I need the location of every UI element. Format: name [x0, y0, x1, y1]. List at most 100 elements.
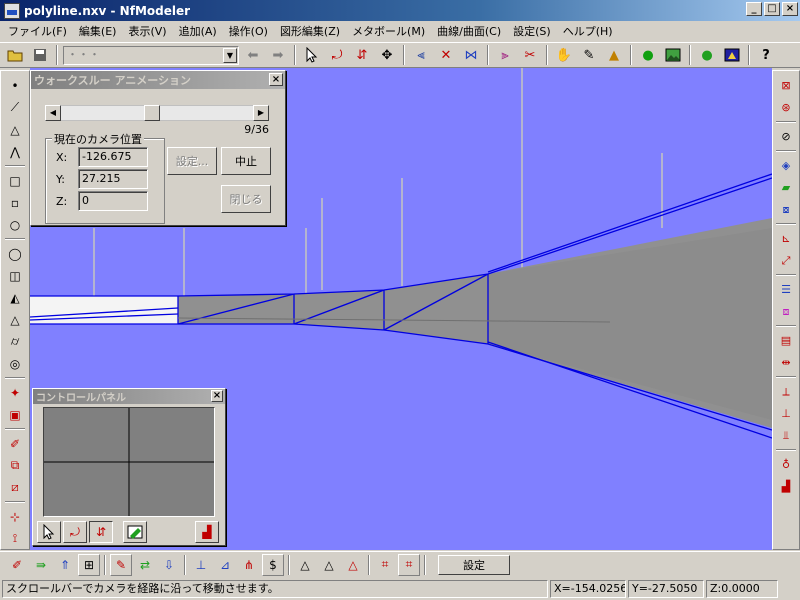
select-paint-icon[interactable]: ✎	[110, 553, 132, 576]
graph3-icon[interactable]: ⫫	[774, 425, 798, 446]
cylinder-icon[interactable]: ⌭	[3, 331, 27, 352]
torus-icon[interactable]: ◎	[3, 353, 27, 374]
delete-vertex-icon[interactable]: ✕	[435, 44, 457, 66]
circle-small-icon[interactable]: ○	[3, 214, 27, 235]
render-icon[interactable]	[721, 44, 743, 66]
close-icon[interactable]: ×	[269, 73, 283, 86]
import-icon[interactable]: ⇩	[158, 554, 180, 576]
sync-icon[interactable]: ⇄	[134, 554, 156, 576]
picture-icon[interactable]	[662, 44, 684, 66]
eraser-icon[interactable]	[123, 521, 147, 543]
folder-open-icon[interactable]	[4, 44, 26, 66]
maximize-button[interactable]: □	[764, 2, 780, 16]
pyramid-icon[interactable]: ◭	[3, 287, 27, 308]
axis-y-icon[interactable]: ⊿	[214, 554, 236, 576]
wire-icon[interactable]: ⊘	[774, 126, 798, 147]
save-icon[interactable]	[29, 44, 51, 66]
cursor-icon[interactable]	[37, 521, 61, 543]
3d-viewport[interactable]: ウォークスルー アニメーション × ◀ ▶ 9/36 現在のカメラ位置 X: -…	[30, 68, 772, 550]
grid-icon[interactable]: ▟	[195, 521, 219, 543]
box-edit-icon[interactable]: ▣	[3, 404, 27, 425]
bottom-settings-button[interactable]: 設定	[438, 554, 510, 575]
link-icon[interactable]: ⧉	[3, 455, 27, 476]
menu-help[interactable]: ヘルプ(H)	[557, 23, 619, 39]
hand-icon[interactable]: ✋	[553, 44, 575, 66]
up-icon[interactable]: ⇑	[54, 554, 76, 576]
split-icon[interactable]: ⇹	[774, 352, 798, 373]
stop-button[interactable]: 中止	[221, 147, 271, 175]
brush-icon[interactable]: ✐	[3, 433, 27, 454]
scroll-left-icon[interactable]: ◀	[45, 105, 61, 121]
polyline-icon[interactable]: ⋀	[3, 141, 27, 162]
light-icon[interactable]: ♁	[774, 454, 798, 475]
list-icon[interactable]: ☰	[774, 279, 798, 300]
rotate-icon[interactable]: ⤾	[326, 44, 348, 66]
minimize-button[interactable]: _	[746, 2, 762, 16]
menu-edit[interactable]: 編集(E)	[73, 23, 123, 39]
pencil-icon[interactable]: ✎	[578, 44, 600, 66]
sphere-icon[interactable]: ●	[637, 44, 659, 66]
chevron-down-icon[interactable]: ▼	[223, 47, 237, 63]
scroll-right-icon[interactable]: ▶	[253, 105, 269, 121]
menu-shape-edit[interactable]: 図形編集(Z)	[274, 23, 346, 39]
transform-icon[interactable]: ⟟	[3, 528, 27, 549]
document-icon[interactable]: ▤	[774, 330, 798, 351]
triangle-filled-icon[interactable]: △	[318, 554, 340, 576]
cone-icon[interactable]: ▲	[603, 44, 625, 66]
menu-view[interactable]: 表示(V)	[122, 23, 172, 39]
triangle-icon[interactable]: △	[3, 119, 27, 140]
triangle-red-icon[interactable]: △	[342, 554, 364, 576]
grid-red-icon[interactable]: ⌗	[398, 553, 420, 576]
zoom-icon[interactable]: ⇵	[89, 521, 113, 543]
cone-solid-icon[interactable]: △	[3, 309, 27, 330]
resize-icon[interactable]: ⤢	[774, 250, 798, 271]
rectangle-icon[interactable]: ▫	[3, 192, 27, 213]
forward-icon[interactable]: ⇛	[30, 554, 52, 576]
scroll-thumb[interactable]	[143, 105, 160, 121]
plus-box-icon[interactable]: ⊞	[78, 553, 100, 576]
graph2-icon[interactable]: ⊥	[774, 403, 798, 424]
arrow-left-icon[interactable]: ⬅	[242, 44, 264, 66]
navigation-pad[interactable]	[43, 407, 215, 517]
rotate-icon[interactable]: ⤾	[63, 521, 87, 543]
cube-icon[interactable]: ◫	[3, 265, 27, 286]
fit-view-icon[interactable]: ⊠	[774, 75, 798, 96]
close-icon[interactable]: ×	[211, 390, 223, 402]
close-button[interactable]: ×	[782, 2, 798, 16]
dollar-icon[interactable]: $	[262, 553, 284, 576]
align-icon[interactable]: ⫷	[410, 44, 432, 66]
graph-icon[interactable]: ⟂	[774, 381, 798, 402]
control-panel-title-bar[interactable]: コントロールパネル ×	[33, 389, 225, 404]
arrow-right-icon[interactable]: ➡	[267, 44, 289, 66]
shade-icon[interactable]: ◈	[774, 155, 798, 176]
menu-metaball[interactable]: メタボール(M)	[346, 23, 431, 39]
square-icon[interactable]: □	[3, 170, 27, 191]
point-icon[interactable]: •	[3, 75, 27, 96]
settings-button[interactable]: 設定...	[167, 147, 217, 175]
camera-path-scrollbar[interactable]: ◀ ▶	[45, 105, 269, 121]
apple-icon[interactable]: ●	[696, 44, 718, 66]
help-icon[interactable]: ?	[755, 44, 777, 66]
axis-z-icon[interactable]: ⋔	[238, 554, 260, 576]
triangle-outline-icon[interactable]: △	[294, 554, 316, 576]
material-icon[interactable]: ▰	[774, 177, 798, 198]
menu-curve-surface[interactable]: 曲線/曲面(C)	[431, 23, 507, 39]
walkthrough-dialog-title[interactable]: ウォークスルー アニメーション ×	[31, 71, 285, 89]
mirror-icon[interactable]: ⋈	[460, 44, 482, 66]
close-dialog-button[interactable]: 閉じる	[221, 185, 271, 213]
menu-file[interactable]: ファイル(F)	[2, 23, 73, 39]
paint-icon[interactable]: ✦	[3, 382, 27, 403]
move-icon[interactable]: ✥	[376, 44, 398, 66]
texture-icon[interactable]: ⧇	[774, 199, 798, 220]
line-icon[interactable]: ⟋	[3, 97, 27, 118]
view-rotate-icon[interactable]: ⊛	[774, 97, 798, 118]
grid-snap-icon[interactable]: ⌗	[374, 554, 396, 576]
axis-x-icon[interactable]: ⊥	[190, 554, 212, 576]
cursor-icon[interactable]	[301, 44, 323, 66]
extrude-icon[interactable]: ⫸	[494, 44, 516, 66]
layers-icon[interactable]: ⧈	[774, 301, 798, 322]
menu-operate[interactable]: 操作(O)	[223, 23, 274, 39]
axis-xyz-icon[interactable]: ⊾	[774, 228, 798, 249]
zoom-icon[interactable]: ⇵	[351, 44, 373, 66]
axis-icon[interactable]: ⊹	[3, 506, 27, 527]
